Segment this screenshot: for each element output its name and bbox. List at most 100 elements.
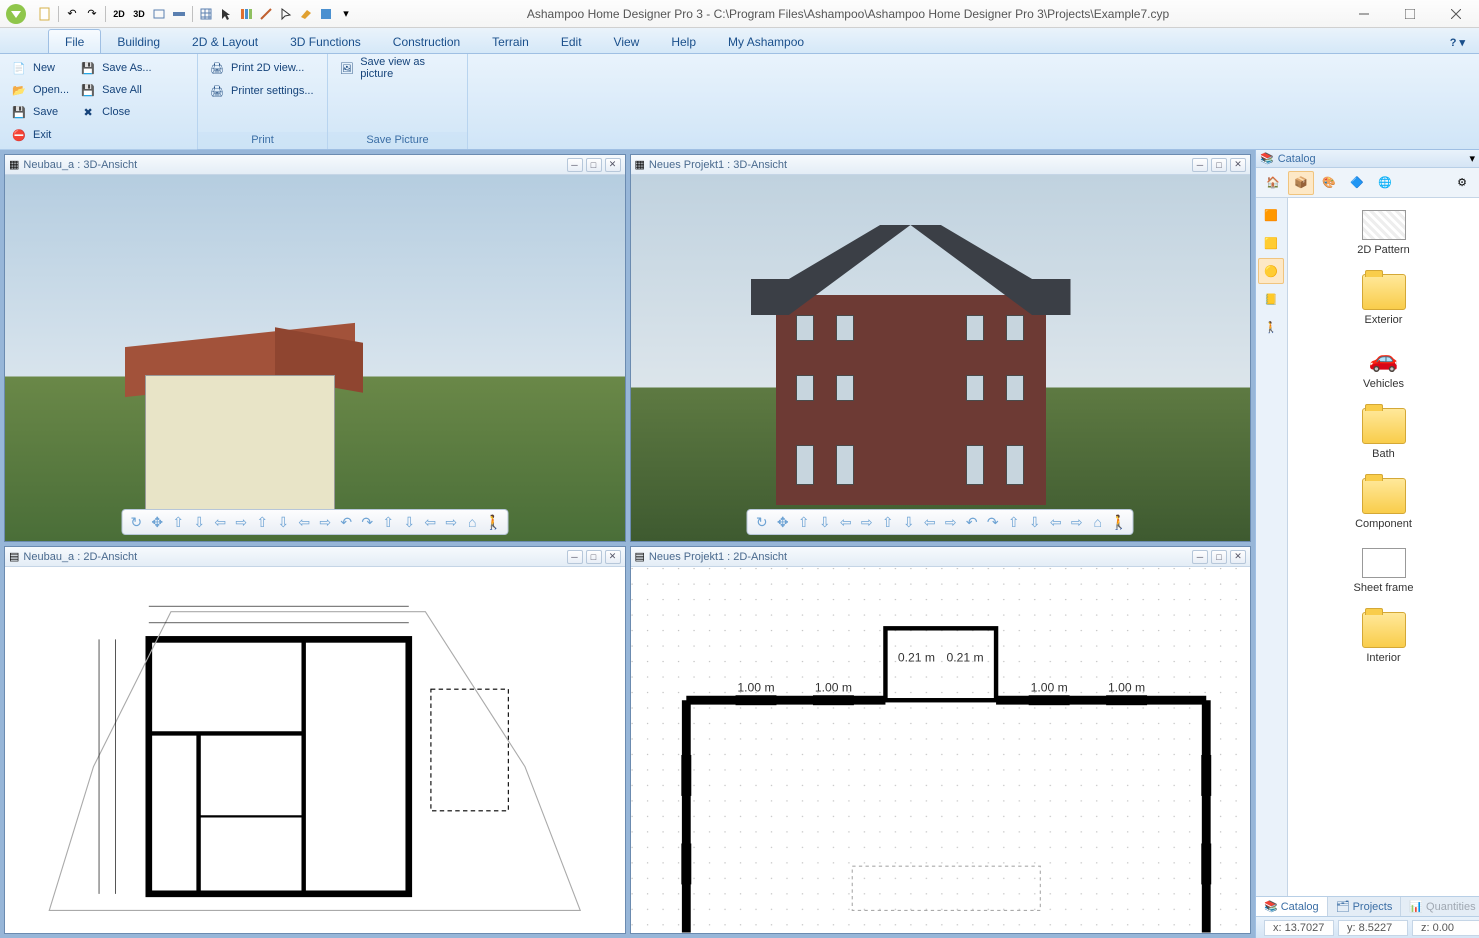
nav-right2-icon[interactable]: ⇨ [941, 512, 961, 532]
printer-settings-button[interactable]: 🖨Printer settings... [204, 80, 321, 102]
qat-dropdown-icon[interactable]: ▾ [337, 5, 355, 23]
qat-measure-icon[interactable] [257, 5, 275, 23]
close-button[interactable] [1433, 0, 1479, 28]
cat-tool-paint-icon[interactable]: 🎨 [1316, 171, 1342, 195]
nav-left-icon[interactable]: ⇦ [836, 512, 856, 532]
pane-max-icon[interactable]: □ [1211, 550, 1227, 564]
exit-button[interactable]: ⛔Exit [6, 124, 56, 146]
pane-close-icon[interactable]: ✕ [605, 550, 621, 564]
nav-down-icon[interactable]: ⇩ [815, 512, 835, 532]
tab-help[interactable]: Help [655, 30, 712, 53]
help-icon[interactable]: ? ▾ [1446, 32, 1469, 53]
viewport-2d-1[interactable] [5, 567, 625, 933]
nav-rotr-icon[interactable]: ↷ [357, 512, 377, 532]
qat-2d-icon[interactable]: 2D [110, 5, 128, 23]
nav-left3-icon[interactable]: ⇦ [1046, 512, 1066, 532]
nav-home-icon[interactable]: ⌂ [1088, 512, 1108, 532]
nav-up3-icon[interactable]: ⇧ [378, 512, 398, 532]
nav-up2-icon[interactable]: ⇧ [252, 512, 272, 532]
nav-rotate-icon[interactable]: ↻ [126, 512, 146, 532]
nav-down3-icon[interactable]: ⇩ [1025, 512, 1045, 532]
nav-right3-icon[interactable]: ⇨ [1067, 512, 1087, 532]
qat-arrow-icon[interactable] [277, 5, 295, 23]
tab-view[interactable]: View [598, 30, 656, 53]
tab-3d-functions[interactable]: 3D Functions [274, 30, 377, 53]
nav-rotl-icon[interactable]: ↶ [336, 512, 356, 532]
qat-view-icon[interactable] [170, 5, 188, 23]
cat-item-vehicles[interactable]: 🚗Vehicles [1292, 340, 1475, 394]
nav-down2-icon[interactable]: ⇩ [899, 512, 919, 532]
side-person-icon[interactable]: 🚶 [1258, 314, 1284, 340]
minimize-button[interactable] [1341, 0, 1387, 28]
pane-max-icon[interactable]: □ [586, 158, 602, 172]
btab-catalog[interactable]: 📚 Catalog [1256, 897, 1328, 916]
side-book-icon[interactable]: 📒 [1258, 286, 1284, 312]
tab-2d-layout[interactable]: 2D & Layout [176, 30, 274, 53]
pane-max-icon[interactable]: □ [1211, 158, 1227, 172]
nav-up2-icon[interactable]: ⇧ [878, 512, 898, 532]
tab-terrain[interactable]: Terrain [476, 30, 545, 53]
nav-right-icon[interactable]: ⇨ [857, 512, 877, 532]
cat-tool-home-icon[interactable]: 🏠 [1260, 171, 1286, 195]
viewport-3d-2[interactable]: ↻ ✥ ⇧ ⇩ ⇦ ⇨ ⇧ ⇩ ⇦ ⇨ ↶ ↷ ⇧ ⇩ ⇦ ⇨ ⌂ [631, 175, 1251, 541]
cat-tool-globe-icon[interactable]: 🌐 [1372, 171, 1398, 195]
nav-down3-icon[interactable]: ⇩ [399, 512, 419, 532]
cat-item-component[interactable]: Component [1292, 474, 1475, 534]
pane-min-icon[interactable]: ─ [567, 158, 583, 172]
open-button[interactable]: 📂Open... [6, 79, 74, 101]
nav-right3-icon[interactable]: ⇨ [441, 512, 461, 532]
side-objects-icon[interactable]: 🟡 [1258, 258, 1284, 284]
cat-item-exterior[interactable]: Exterior [1292, 270, 1475, 330]
nav-up3-icon[interactable]: ⇧ [1004, 512, 1024, 532]
nav-left2-icon[interactable]: ⇦ [920, 512, 940, 532]
save-button[interactable]: 💾Save [6, 101, 74, 123]
saveas-button[interactable]: 💾Save As... [75, 57, 157, 79]
viewport-2d-2[interactable]: 1.00 m1.00 m 1.00 m1.00 m 0.21 m0.21 m [631, 567, 1251, 933]
pane-min-icon[interactable]: ─ [1192, 158, 1208, 172]
cat-tool-gear-icon[interactable]: ⚙ [1449, 171, 1475, 195]
app-menu-icon[interactable] [0, 2, 32, 26]
btab-projects[interactable]: 🗂 Projects [1328, 897, 1402, 916]
qat-cursor-icon[interactable] [217, 5, 235, 23]
nav-up-icon[interactable]: ⇧ [168, 512, 188, 532]
side-materials-icon[interactable]: 🟨 [1258, 230, 1284, 256]
tab-my-ashampoo[interactable]: My Ashampoo [712, 30, 820, 53]
nav-home-icon[interactable]: ⌂ [462, 512, 482, 532]
nav-right2-icon[interactable]: ⇨ [315, 512, 335, 532]
nav-rotl-icon[interactable]: ↶ [962, 512, 982, 532]
pane-min-icon[interactable]: ─ [567, 550, 583, 564]
tab-building[interactable]: Building [101, 30, 176, 53]
tab-construction[interactable]: Construction [377, 30, 476, 53]
cat-item-sheet-frame[interactable]: Sheet frame [1292, 544, 1475, 598]
qat-columns-icon[interactable] [237, 5, 255, 23]
nav-up-icon[interactable]: ⇧ [794, 512, 814, 532]
pane-max-icon[interactable]: □ [586, 550, 602, 564]
qat-undo-icon[interactable]: ↶ [63, 5, 81, 23]
cat-item-interior[interactable]: Interior [1292, 608, 1475, 668]
nav-left2-icon[interactable]: ⇦ [294, 512, 314, 532]
qat-redo-icon[interactable]: ↷ [83, 5, 101, 23]
save-view-picture-button[interactable]: 🖼Save view as picture [334, 57, 461, 79]
btab-quantities[interactable]: 📊 Quantities [1401, 897, 1479, 916]
side-textures-icon[interactable]: 🟧 [1258, 202, 1284, 228]
nav-down2-icon[interactable]: ⇩ [273, 512, 293, 532]
nav-rotate-icon[interactable]: ↻ [752, 512, 772, 532]
qat-new-icon[interactable] [36, 5, 54, 23]
pane-close-icon[interactable]: ✕ [1230, 158, 1246, 172]
close-button-ribbon[interactable]: ✖Close [75, 101, 157, 123]
cat-item-bath[interactable]: Bath [1292, 404, 1475, 464]
nav-walk-icon[interactable]: 🚶 [1109, 512, 1129, 532]
saveall-button[interactable]: 💾Save All [75, 79, 157, 101]
qat-tool1-icon[interactable] [297, 5, 315, 23]
qat-tool2-icon[interactable] [317, 5, 335, 23]
qat-section-icon[interactable] [150, 5, 168, 23]
tab-edit[interactable]: Edit [545, 30, 598, 53]
maximize-button[interactable] [1387, 0, 1433, 28]
qat-3d-icon[interactable]: 3D [130, 5, 148, 23]
pane-min-icon[interactable]: ─ [1192, 550, 1208, 564]
nav-left3-icon[interactable]: ⇦ [420, 512, 440, 532]
cat-tool-box-icon[interactable]: 📦 [1288, 171, 1314, 195]
nav-walk-icon[interactable]: 🚶 [483, 512, 503, 532]
cat-tool-cube-icon[interactable]: 🔷 [1344, 171, 1370, 195]
new-button[interactable]: 📄New [6, 57, 74, 79]
